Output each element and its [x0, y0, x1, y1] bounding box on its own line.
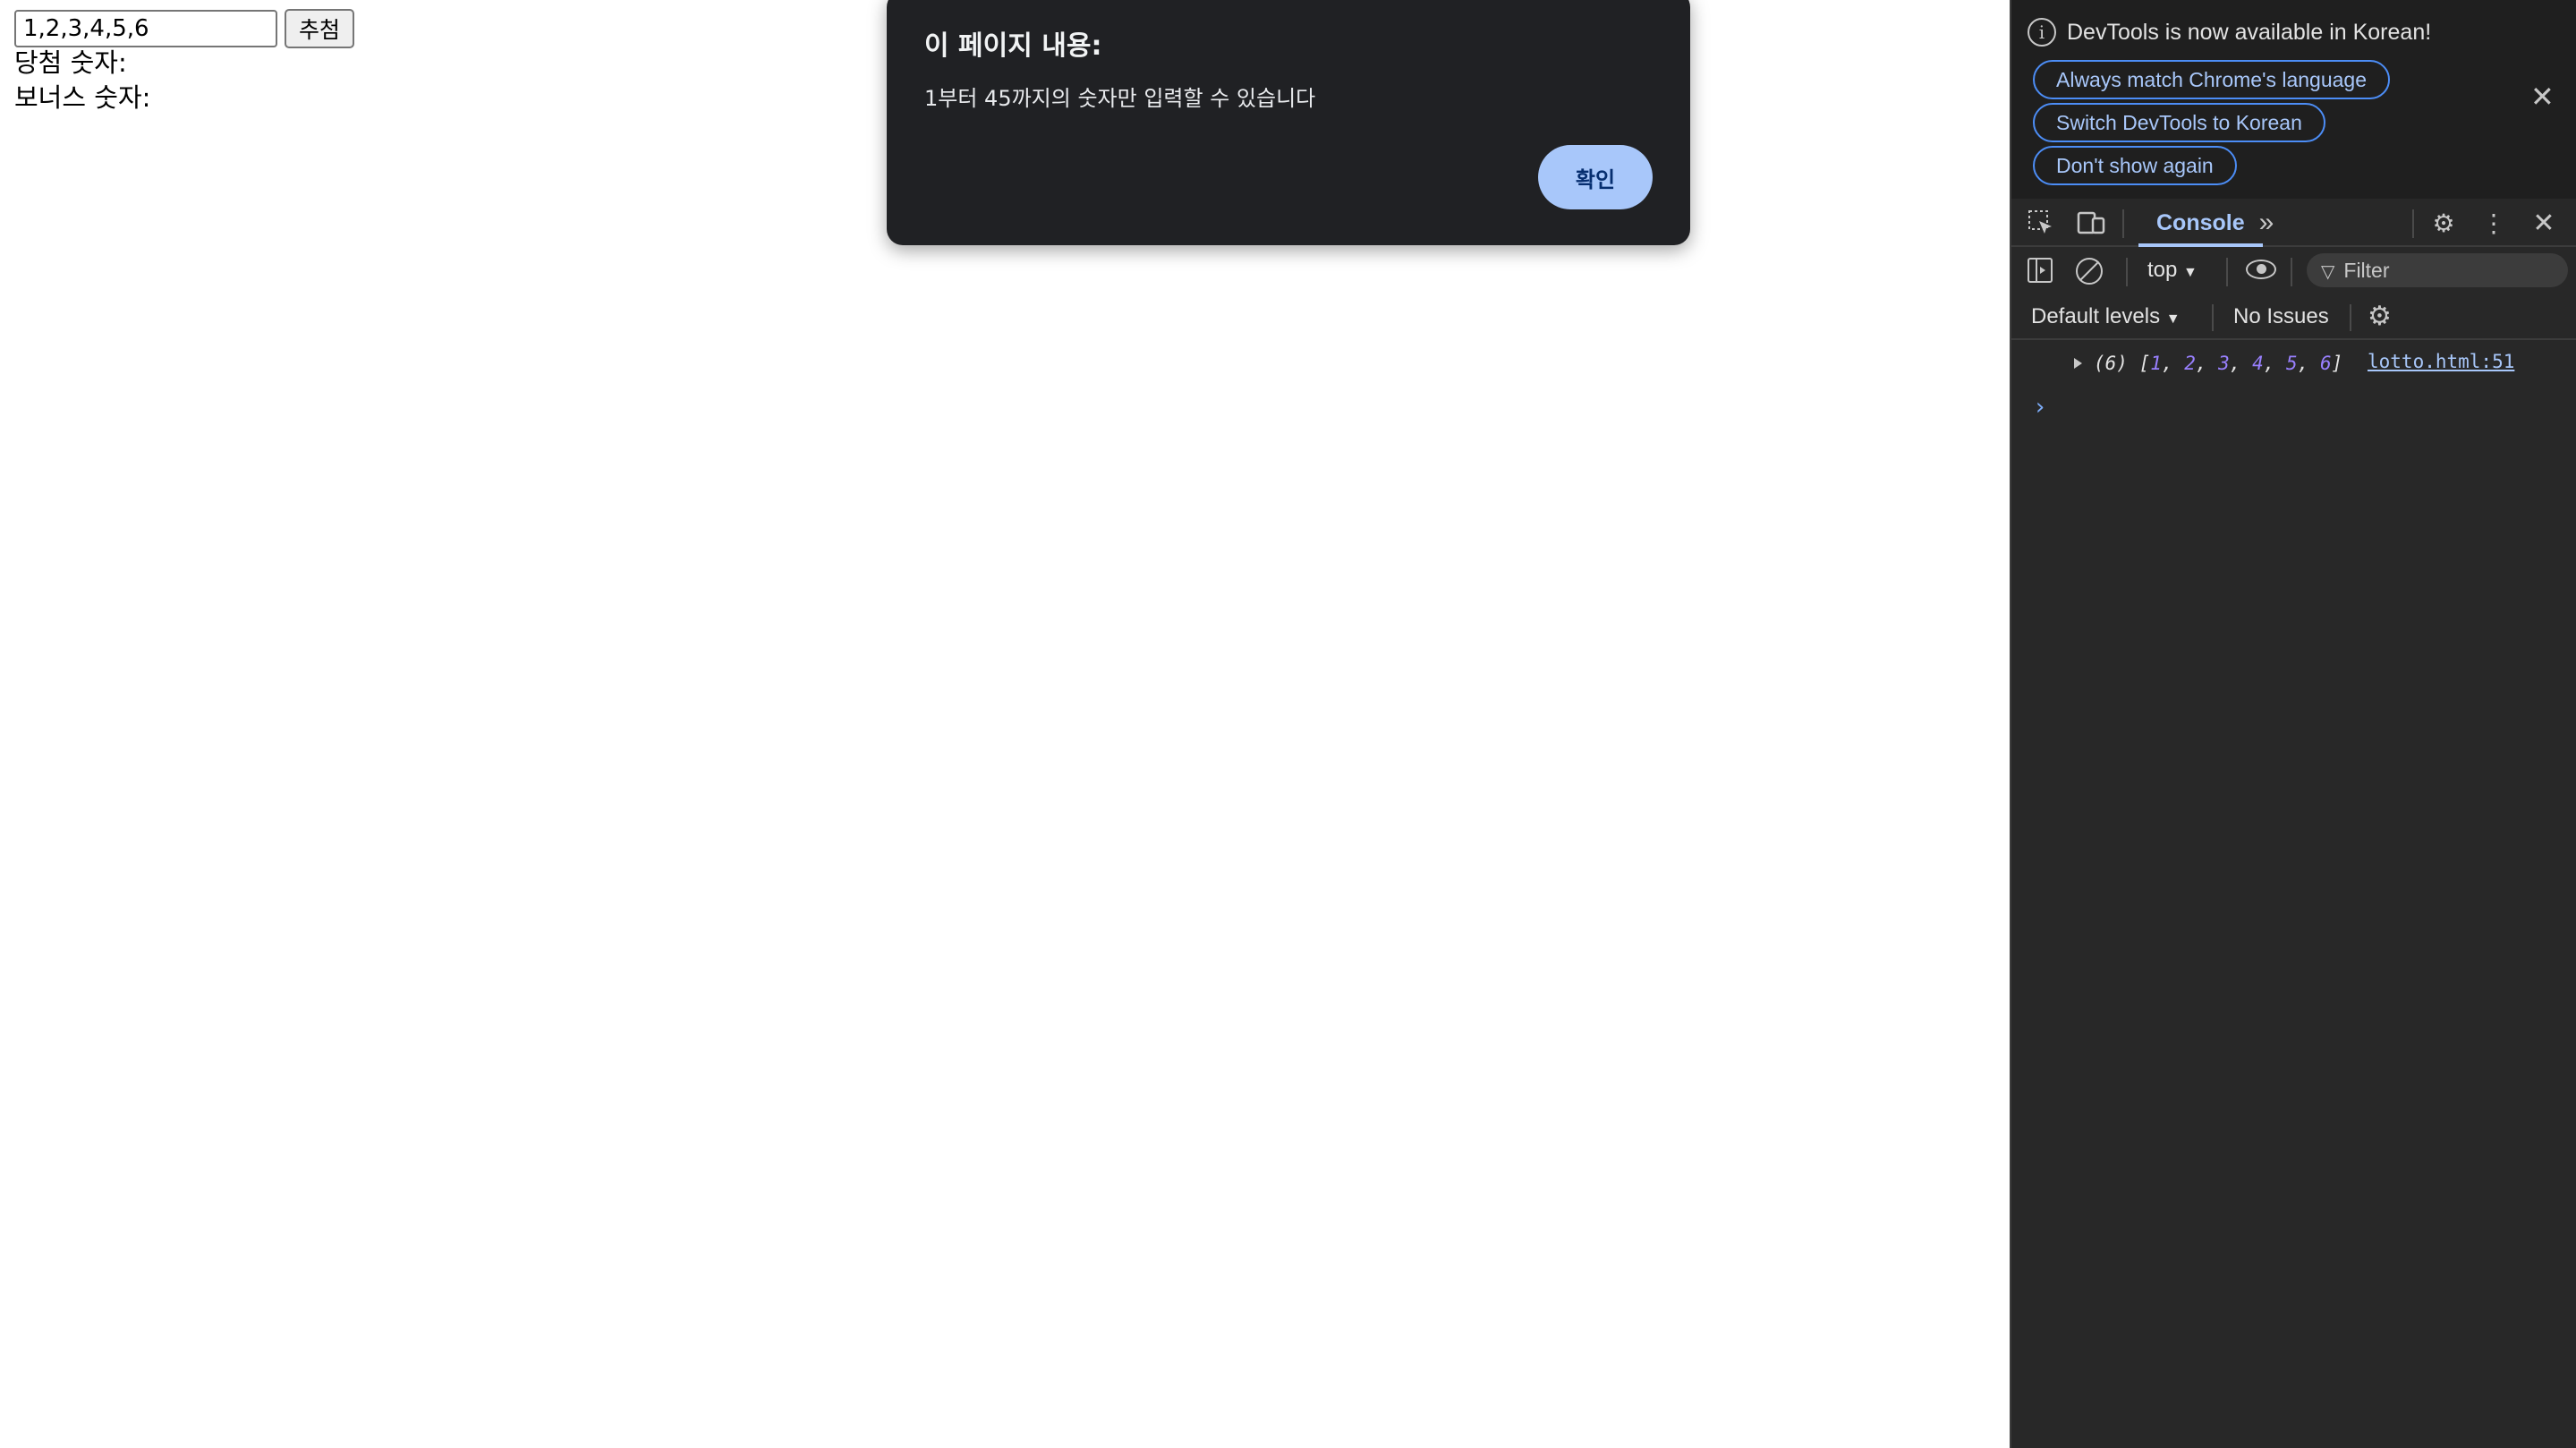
console-filter-input[interactable]: ▽ Filter — [2307, 253, 2568, 287]
chevron-down-icon: ▼ — [2183, 265, 2198, 280]
inspect-element-icon[interactable] — [2026, 208, 2056, 238]
bonus-number-label: 보너스 숫자: — [14, 82, 151, 113]
console-prompt-icon[interactable]: › — [2033, 394, 2047, 421]
dont-show-again-button[interactable]: Don't show again — [2033, 146, 2237, 185]
alert-title: 이 페이지 내용: — [924, 30, 1102, 62]
alert-ok-button[interactable]: 확인 — [1538, 145, 1653, 209]
settings-gear-icon[interactable]: ⚙ — [2428, 208, 2459, 238]
live-expression-eye-icon[interactable] — [2246, 260, 2276, 279]
infobar-message: DevTools is now available in Korean! — [2067, 20, 2432, 45]
winning-numbers-label: 당첨 숫자: — [14, 47, 127, 78]
levels-label: Default levels — [2031, 304, 2161, 328]
filter-icon: ▽ — [2321, 262, 2335, 282]
expand-arrow-icon[interactable] — [2074, 358, 2082, 369]
log-array-value: 1 — [2150, 353, 2162, 374]
alert-dialog: 이 페이지 내용: 1부터 45까지의 숫자만 입력할 수 있습니다 확인 — [887, 0, 1690, 245]
more-tabs-icon[interactable]: » — [2251, 208, 2282, 238]
toolbar-divider — [2226, 258, 2228, 286]
always-match-language-button[interactable]: Always match Chrome's language — [2033, 60, 2390, 99]
switch-to-korean-button[interactable]: Switch DevTools to Korean — [2033, 103, 2325, 142]
toolbar-divider — [2126, 258, 2128, 286]
devtools-panel: i DevTools is now available in Korean! A… — [2010, 0, 2576, 1448]
toolbar-divider — [2291, 258, 2292, 286]
numbers-input[interactable] — [14, 10, 277, 47]
tab-console[interactable]: Console — [2138, 199, 2263, 247]
log-array-value: 3 — [2218, 353, 2230, 374]
levels-bar: Default levels ▼ No Issues ⚙ — [2011, 294, 2576, 340]
info-icon: i — [2028, 18, 2056, 47]
close-icon[interactable]: ✕ — [2530, 82, 2555, 111]
log-array-value: 5 — [2286, 353, 2298, 374]
more-options-icon[interactable]: ⋮ — [2478, 208, 2509, 238]
toolbar-divider — [2350, 304, 2351, 331]
chevron-down-icon: ▼ — [2165, 311, 2181, 327]
log-array-value: 2 — [2184, 353, 2196, 374]
lotto-form: 추첨 — [14, 9, 355, 48]
draw-button[interactable]: 추첨 — [285, 9, 355, 48]
issues-counter[interactable]: No Issues — [2233, 304, 2329, 329]
toolbar-divider — [2122, 209, 2124, 238]
toolbar-divider — [2412, 209, 2414, 238]
console-toolbar: top ▼ ▽ Filter — [2011, 247, 2576, 294]
toolbar-divider — [2212, 304, 2214, 331]
alert-message: 1부터 45까지의 숫자만 입력할 수 있습니다 — [924, 86, 1316, 111]
log-array-value: 4 — [2252, 353, 2264, 374]
console-settings-gear-icon[interactable]: ⚙ — [2368, 301, 2392, 332]
close-devtools-icon[interactable]: ✕ — [2529, 208, 2559, 238]
log-array-preview[interactable]: (6) [1, 2, 3, 4, 5, 6] — [2094, 353, 2342, 374]
context-selector[interactable]: top ▼ — [2147, 258, 2198, 283]
filter-placeholder: Filter — [2343, 259, 2390, 282]
console-log-entry: (6) [1, 2, 3, 4, 5, 6] lotto.html:51 — [2011, 347, 2576, 383]
sidebar-toggle-icon[interactable] — [2028, 258, 2053, 283]
language-infobar: i DevTools is now available in Korean! A… — [2011, 0, 2576, 199]
log-array-count: (6) — [2094, 353, 2128, 374]
log-source-link[interactable]: lotto.html:51 — [2368, 351, 2514, 372]
clear-console-icon[interactable] — [2076, 258, 2103, 285]
device-toolbar-icon[interactable] — [2076, 208, 2106, 238]
devtools-toolbar: Console » ⚙ ⋮ ✕ — [2011, 199, 2576, 247]
log-levels-dropdown[interactable]: Default levels ▼ — [2031, 304, 2181, 329]
context-label: top — [2147, 258, 2178, 282]
log-array-value: 6 — [2320, 353, 2332, 374]
